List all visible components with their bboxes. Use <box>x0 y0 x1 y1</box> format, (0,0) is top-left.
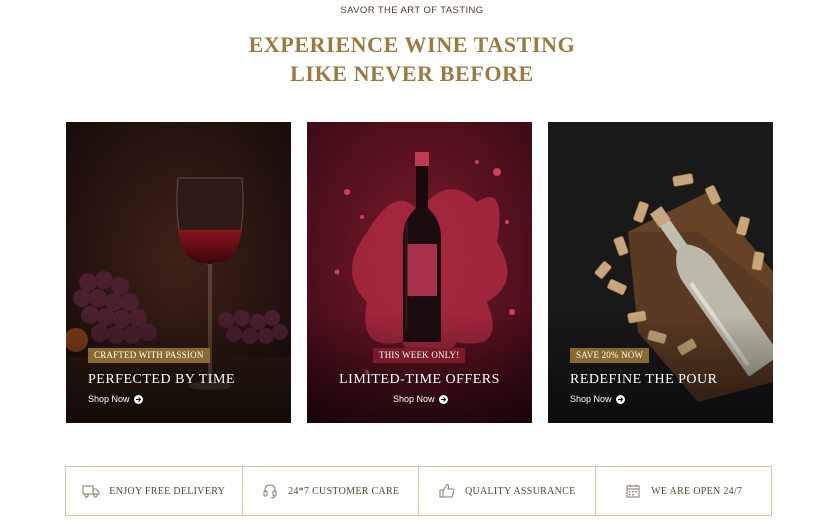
card-badge: THIS WEEK ONLY! <box>373 348 466 363</box>
features-bar: ENJOY FREE DELIVERY 24*7 CUSTOMER CARE Q… <box>65 466 772 516</box>
card-badge: SAVE 20% NOW <box>570 348 650 363</box>
shop-now-label: Shop Now <box>88 394 130 404</box>
headset-icon <box>261 483 279 499</box>
shop-now-link[interactable]: Shop Now <box>570 393 625 405</box>
promo-card-pour[interactable]: SAVE 20% NOW REDEFINE THE POUR Shop Now <box>548 122 773 423</box>
arrow-right-icon <box>133 394 143 404</box>
shop-now-label: Shop Now <box>393 394 435 404</box>
arrow-right-icon <box>615 394 625 404</box>
arrow-right-icon <box>438 394 448 404</box>
thumbs-up-icon <box>438 483 456 499</box>
shop-now-link[interactable]: Shop Now <box>393 393 448 405</box>
promo-card-offers[interactable]: THIS WEEK ONLY! LIMITED-TIME OFFERS Shop… <box>307 122 532 423</box>
card-title: LIMITED-TIME OFFERS <box>339 372 500 387</box>
feature-label: WE ARE OPEN 24/7 <box>651 485 743 497</box>
feature-open-24-7: WE ARE OPEN 24/7 <box>596 467 772 515</box>
eyebrow-text: SAVOR THE ART OF TASTING <box>340 5 484 16</box>
page-title: EXPERIENCE WINE TASTING LIKE NEVER BEFOR… <box>0 30 824 88</box>
card-overlay <box>548 313 773 423</box>
page-title-line-1: EXPERIENCE WINE TASTING <box>248 32 576 57</box>
card-title: REDEFINE THE POUR <box>570 372 718 387</box>
feature-quality-assurance: QUALITY ASSURANCE <box>419 467 596 515</box>
feature-label: ENJOY FREE DELIVERY <box>109 485 226 497</box>
shop-now-link[interactable]: Shop Now <box>88 393 143 405</box>
page-title-line-2: LIKE NEVER BEFORE <box>290 61 534 86</box>
feature-customer-care: 24*7 CUSTOMER CARE <box>243 467 419 515</box>
truck-icon <box>82 483 100 499</box>
shop-now-label: Shop Now <box>570 394 612 404</box>
promo-card-perfected[interactable]: CRAFTED WITH PASSION PERFECTED BY TIME S… <box>66 122 291 423</box>
card-badge: CRAFTED WITH PASSION <box>88 348 210 363</box>
card-title: PERFECTED BY TIME <box>88 372 235 387</box>
calendar-icon <box>624 483 642 499</box>
feature-label: QUALITY ASSURANCE <box>464 485 576 497</box>
card-overlay <box>307 313 532 423</box>
feature-free-delivery: ENJOY FREE DELIVERY <box>66 467 243 515</box>
card-overlay <box>66 313 291 423</box>
feature-label: 24*7 CUSTOMER CARE <box>288 485 400 497</box>
